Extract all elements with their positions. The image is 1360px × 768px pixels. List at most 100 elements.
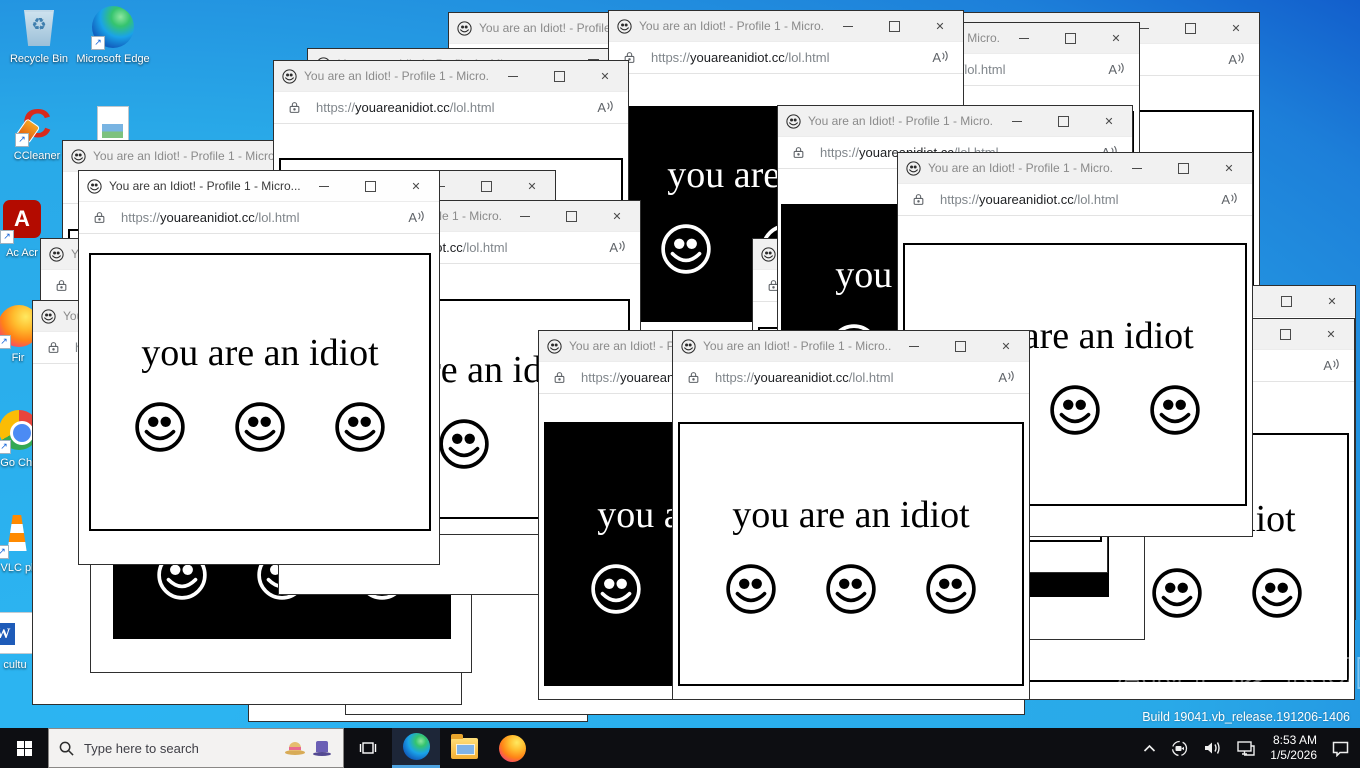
meet-now-icon[interactable] <box>1170 740 1189 757</box>
window-title: You are an Idiot! - Profile 1 - Micro... <box>304 69 490 83</box>
smiley-row <box>134 401 386 453</box>
close-button[interactable]: ✕ <box>582 61 628 91</box>
window-controls: ✕ <box>1001 23 1139 53</box>
window-titlebar[interactable]: You are an Idiot! - Profile 1 - Micro...… <box>609 11 963 42</box>
tray-time: 8:53 AM <box>1272 733 1317 747</box>
window-titlebar[interactable]: You are an Idiot! - Profile 1 - Micro...… <box>898 153 1252 184</box>
maximize-button[interactable] <box>1262 319 1308 349</box>
window-controls: ✕ <box>1121 13 1259 43</box>
browser-window[interactable]: You are an Idiot! - Profile 1 - Micro...… <box>78 170 440 565</box>
straw-hat-icon <box>285 741 305 756</box>
maximize-button[interactable] <box>1167 13 1213 43</box>
maximize-button[interactable] <box>1263 286 1309 316</box>
maximize-button[interactable] <box>536 61 582 91</box>
url-text: https://youareanidiot.cc/lol.html <box>715 370 894 385</box>
smiley-icon <box>726 564 776 614</box>
maximize-button[interactable] <box>463 171 509 201</box>
close-button[interactable]: ✕ <box>393 171 439 201</box>
window-titlebar[interactable]: You are an Idiot! - Profile 1 - Micro...… <box>79 171 439 202</box>
minimize-button[interactable] <box>490 61 536 91</box>
window-controls: ✕ <box>825 11 963 41</box>
window-titlebar[interactable]: You are an Idiot! - Profile 1 - Micro...… <box>274 61 628 92</box>
firefox-icon <box>498 734 526 762</box>
maximize-button[interactable] <box>548 201 594 231</box>
edge-icon: ↗ <box>90 6 136 50</box>
smiley-favicon-icon <box>49 246 64 262</box>
window-title: You are an Idiot! - Profile 1 - Micro... <box>928 161 1114 175</box>
read-aloud-icon[interactable]: A <box>1108 62 1125 77</box>
address-bar[interactable]: https://youareanidiot.cc/lol.html A <box>898 184 1252 216</box>
windows-logo-icon <box>16 740 32 756</box>
tray-clock[interactable]: 8:53 AM 1/5/2026 <box>1270 733 1317 763</box>
search-seasonal-icons <box>285 740 331 756</box>
read-aloud-icon[interactable]: A <box>597 100 614 115</box>
close-button[interactable]: ✕ <box>917 11 963 41</box>
start-button[interactable] <box>0 728 48 768</box>
taskbar-file-explorer[interactable] <box>440 728 488 768</box>
task-view-button[interactable] <box>344 728 392 768</box>
lock-icon <box>48 342 59 353</box>
close-button[interactable]: ✕ <box>1086 106 1132 136</box>
maximize-button[interactable] <box>347 171 393 201</box>
read-aloud-icon[interactable]: A <box>1221 192 1238 207</box>
action-center-icon[interactable] <box>1331 740 1350 757</box>
volume-icon[interactable] <box>1203 740 1222 756</box>
address-bar[interactable]: https://youareanidiot.cc/lol.html A <box>274 92 628 124</box>
page-content: you are an idiot <box>673 395 1029 699</box>
task-view-icon <box>359 742 377 754</box>
smiley-icon <box>926 564 976 614</box>
read-aloud-icon[interactable]: A <box>932 50 949 65</box>
minimize-button[interactable] <box>301 171 347 201</box>
shortcut-arrow-icon: ↗ <box>91 36 105 50</box>
close-button[interactable]: ✕ <box>509 171 555 201</box>
smiley-favicon-icon <box>906 160 921 176</box>
close-button[interactable]: ✕ <box>1213 13 1259 43</box>
maximize-button[interactable] <box>1160 153 1206 183</box>
read-aloud-icon[interactable]: A <box>408 210 425 225</box>
smiley-icon <box>335 402 385 452</box>
taskbar-microsoft-edge[interactable] <box>392 728 440 768</box>
maximize-button[interactable] <box>1047 23 1093 53</box>
minimize-button[interactable] <box>502 201 548 231</box>
window-titlebar[interactable]: You are an Idiot! - Profile 1 - Micro...… <box>673 331 1029 362</box>
close-button[interactable]: ✕ <box>594 201 640 231</box>
read-aloud-icon[interactable]: A <box>1228 52 1245 67</box>
close-button[interactable]: ✕ <box>1093 23 1139 53</box>
network-icon[interactable] <box>1236 740 1256 757</box>
desktop-icon-recycle-bin[interactable]: Recycle Bin <box>0 6 78 67</box>
taskbar-search-box[interactable]: Type here to search <box>48 728 344 768</box>
window-controls: ✕ <box>891 331 1029 361</box>
maximize-button[interactable] <box>871 11 917 41</box>
url-text: https://youareanidiot.cc/lol.html <box>121 210 300 225</box>
maximize-button[interactable] <box>1040 106 1086 136</box>
edge-icon <box>402 733 430 760</box>
smiley-favicon-icon <box>786 113 801 129</box>
minimize-button[interactable] <box>1114 153 1160 183</box>
minimize-button[interactable] <box>825 11 871 41</box>
window-titlebar[interactable]: You are an Idiot! - Profile 1 - Micro...… <box>778 106 1132 137</box>
read-aloud-icon[interactable]: A <box>1323 358 1340 373</box>
maximize-button[interactable] <box>937 331 983 361</box>
read-aloud-icon[interactable]: A <box>998 370 1015 385</box>
close-button[interactable]: ✕ <box>1308 319 1354 349</box>
close-button[interactable]: ✕ <box>1309 286 1355 316</box>
read-aloud-icon[interactable]: A <box>609 240 626 255</box>
lock-icon <box>554 372 565 383</box>
taskbar-firefox[interactable] <box>488 728 536 768</box>
address-bar[interactable]: https://youareanidiot.cc/lol.html A <box>673 362 1029 394</box>
address-bar[interactable]: https://youareanidiot.cc/lol.html A <box>79 202 439 234</box>
smiley-favicon-icon <box>681 338 696 354</box>
lock-icon <box>94 212 105 223</box>
desktop-icon-microsoft-edge[interactable]: ↗ Microsoft Edge <box>74 6 152 67</box>
minimize-button[interactable] <box>891 331 937 361</box>
browser-window[interactable]: You are an Idiot! - Profile 1 - Micro...… <box>672 330 1030 700</box>
address-bar[interactable]: https://youareanidiot.cc/lol.html A <box>609 42 963 74</box>
tray-chevron-up-icon[interactable] <box>1143 744 1156 753</box>
url-text: https://youareanidiot.cc/lol.html <box>940 192 1119 207</box>
shortcut-arrow-icon: ↗ <box>0 335 11 349</box>
close-button[interactable]: ✕ <box>1206 153 1252 183</box>
minimize-button[interactable] <box>994 106 1040 136</box>
close-button[interactable]: ✕ <box>983 331 1029 361</box>
smiley-favicon-icon <box>87 178 102 194</box>
minimize-button[interactable] <box>1001 23 1047 53</box>
